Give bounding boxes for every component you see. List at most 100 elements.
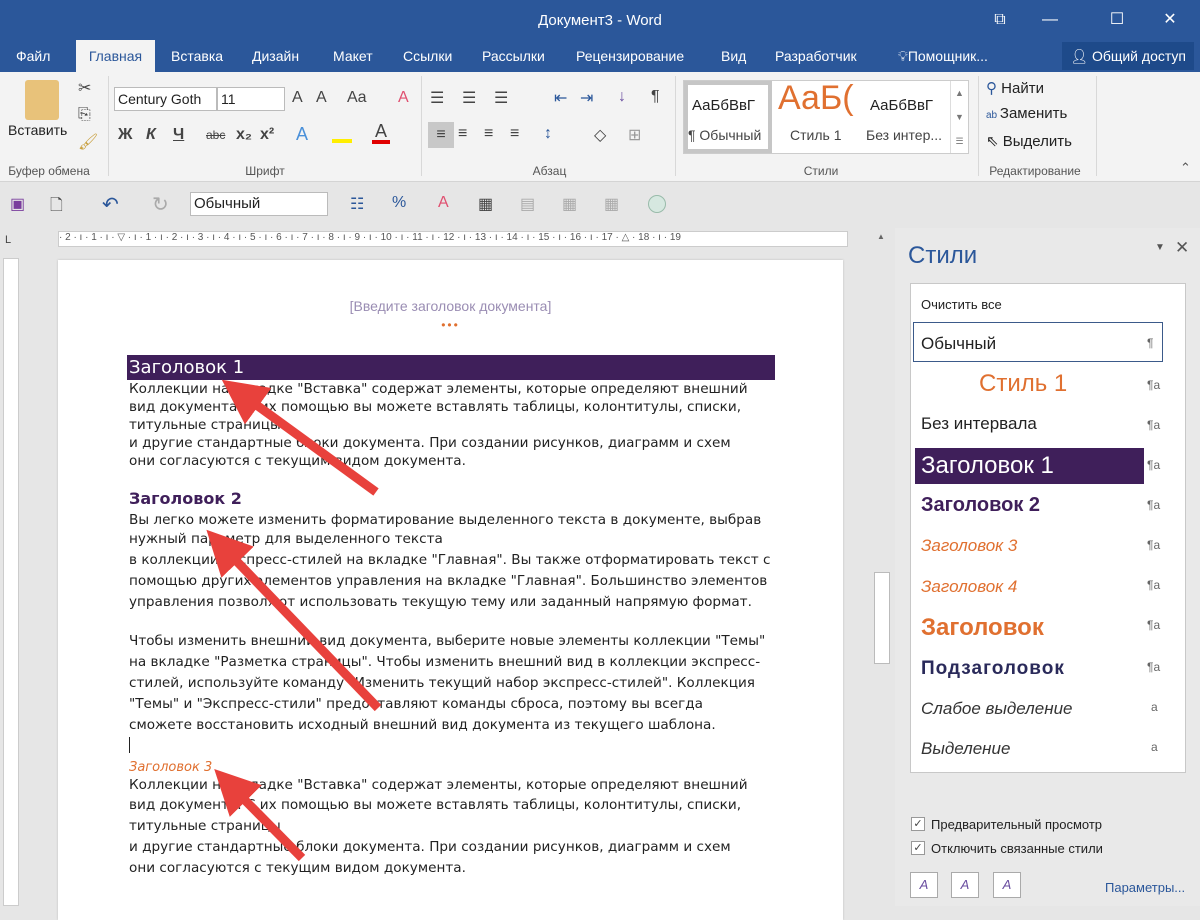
grow-font-icon[interactable]: A bbox=[292, 89, 303, 107]
decrease-indent-icon[interactable]: ⇤ bbox=[554, 88, 567, 108]
options-link[interactable]: Параметры... bbox=[1105, 880, 1185, 895]
undo-icon[interactable]: ↶ bbox=[102, 192, 119, 217]
share-button[interactable]: 👤︎ Общий доступ bbox=[1062, 42, 1194, 70]
clear-all-item[interactable]: Очистить все bbox=[921, 297, 1002, 312]
heading-3[interactable]: Заголовок 3 bbox=[129, 760, 212, 775]
underline-button[interactable]: Ч bbox=[173, 126, 184, 144]
tab-layout[interactable]: Макет bbox=[325, 40, 381, 72]
justify-icon[interactable]: ≡ bbox=[510, 125, 519, 143]
format-painter-icon[interactable]: 🖌︎ bbox=[78, 132, 98, 152]
shrink-font-icon[interactable]: A bbox=[316, 89, 327, 107]
style-item-no-spacing[interactable]: Без интервала bbox=[921, 414, 1037, 434]
manage-styles-button[interactable]: A bbox=[993, 872, 1021, 898]
style-item-subtitle[interactable]: Подзаголовок bbox=[921, 658, 1065, 680]
ribbon-display-button[interactable]: ⧉ bbox=[980, 6, 1020, 34]
style-item-heading2[interactable]: Заголовок 2 bbox=[921, 494, 1040, 517]
line-spacing-icon[interactable]: ↕ bbox=[544, 125, 552, 143]
style-inspector-button[interactable]: A bbox=[951, 872, 979, 898]
align-center-icon[interactable]: ≡ bbox=[458, 125, 467, 143]
close-button[interactable]: ✕ bbox=[1150, 6, 1190, 34]
table-icon[interactable]: ▦ bbox=[478, 194, 493, 214]
search-icon: ⚲ bbox=[986, 80, 1002, 97]
style-item-title[interactable]: Заголовок bbox=[921, 614, 1044, 642]
increase-indent-icon[interactable]: ⇥ bbox=[580, 88, 593, 108]
tab-review[interactable]: Рецензирование bbox=[568, 40, 692, 72]
borders-icon[interactable]: ⊞ bbox=[628, 125, 641, 145]
tab-view[interactable]: Вид bbox=[713, 40, 754, 72]
circle-shape-icon[interactable] bbox=[648, 195, 666, 213]
gallery-style-normal[interactable]: АаБбВвГ ¶ Обычный bbox=[684, 81, 772, 153]
clear-format-icon[interactable]: A bbox=[438, 194, 449, 212]
shading-icon[interactable]: ◇ bbox=[594, 125, 606, 145]
vertical-ruler[interactable] bbox=[3, 258, 19, 906]
scroll-thumb[interactable] bbox=[874, 572, 890, 664]
print-preview-icon[interactable]: 🗋︎ bbox=[50, 194, 63, 221]
highlight-icon[interactable] bbox=[332, 127, 352, 143]
style-item-style1[interactable]: Стиль 1 bbox=[979, 370, 1067, 398]
table-percent-icon[interactable]: ▦ bbox=[604, 194, 619, 214]
list-icon[interactable]: ☷ bbox=[350, 194, 364, 214]
change-case-button[interactable]: Aa bbox=[347, 89, 367, 107]
tab-insert[interactable]: Вставка bbox=[163, 40, 231, 72]
align-left-icon[interactable]: ≡ bbox=[428, 122, 454, 148]
redo-icon[interactable]: ↻ bbox=[152, 192, 169, 217]
preview-checkbox[interactable]: ✓ bbox=[911, 817, 925, 831]
sort-icon[interactable]: ↓ bbox=[618, 88, 626, 106]
cut-icon[interactable]: ✂ bbox=[78, 78, 91, 98]
new-style-button[interactable]: A bbox=[910, 872, 938, 898]
paste-button[interactable]: Вставить bbox=[8, 122, 67, 138]
tab-tell-me[interactable]: 💡︎Помощник... bbox=[890, 40, 996, 72]
copy-icon[interactable]: ⎘ bbox=[78, 106, 91, 124]
style-item-emphasis[interactable]: Выделение bbox=[921, 739, 1010, 759]
gallery-style-1[interactable]: АаБ( Стиль 1 bbox=[774, 81, 860, 153]
font-color-icon[interactable]: A bbox=[372, 122, 390, 144]
style-item-subtle-emphasis[interactable]: Слабое выделение bbox=[921, 699, 1073, 719]
maximize-button[interactable]: ☐ bbox=[1097, 6, 1137, 34]
style-item-heading3[interactable]: Заголовок 3 bbox=[921, 536, 1017, 556]
align-right-icon[interactable]: ≡ bbox=[484, 125, 493, 143]
collapse-ribbon-icon[interactable]: ⌃ bbox=[1180, 160, 1191, 176]
save-icon[interactable]: ▣ bbox=[10, 194, 25, 214]
bold-button[interactable]: Ж bbox=[118, 126, 132, 144]
scroll-up-icon[interactable]: ▲ bbox=[877, 232, 885, 241]
style-combo[interactable]: Обычный bbox=[190, 192, 328, 216]
gallery-style-no-spacing[interactable]: АаБбВвГ Без интер... bbox=[862, 81, 948, 153]
table-select-icon[interactable]: ▦ bbox=[562, 194, 577, 214]
heading-2[interactable]: Заголовок 2 bbox=[129, 489, 242, 508]
font-size-combo[interactable]: 11 bbox=[217, 87, 285, 111]
italic-button[interactable]: К bbox=[146, 126, 156, 144]
tab-home[interactable]: Главная bbox=[76, 40, 155, 72]
replace-button[interactable]: ab Заменить bbox=[986, 105, 1067, 122]
pane-close-icon[interactable]: ✕ bbox=[1175, 238, 1189, 258]
tab-developer[interactable]: Разработчик bbox=[767, 40, 865, 72]
numbering-icon[interactable]: ☰ bbox=[462, 88, 476, 108]
body-line: Коллекции на вкладке "Вставка" содержат … bbox=[129, 381, 748, 397]
multilevel-list-icon[interactable]: ☰ bbox=[494, 88, 508, 108]
pane-menu-icon[interactable]: ▼ bbox=[1155, 242, 1165, 253]
minimize-button[interactable]: — bbox=[1030, 6, 1070, 34]
header-placeholder[interactable]: [Введите заголовок документа] bbox=[58, 298, 843, 314]
superscript-button[interactable]: x² bbox=[260, 126, 274, 144]
font-name-combo[interactable]: Century Goth bbox=[114, 87, 217, 111]
tab-file[interactable]: Файл bbox=[8, 40, 58, 72]
find-button[interactable]: ⚲ Найти bbox=[986, 79, 1044, 97]
gallery-scroll[interactable]: ▲ ▼ ☰ bbox=[950, 81, 968, 153]
percent-style-icon[interactable]: % bbox=[392, 194, 406, 212]
tab-selector[interactable]: L bbox=[5, 234, 11, 246]
style-item-heading4[interactable]: Заголовок 4 bbox=[921, 577, 1017, 597]
disable-linked-checkbox[interactable]: ✓ bbox=[911, 841, 925, 855]
clear-formatting-icon[interactable]: A bbox=[398, 89, 409, 107]
select-button[interactable]: ⇖ Выделить bbox=[986, 132, 1072, 150]
tab-references[interactable]: Ссылки bbox=[395, 40, 460, 72]
vertical-scrollbar[interactable]: ▲ bbox=[872, 228, 892, 906]
strikethrough-button[interactable]: abc bbox=[206, 128, 225, 142]
bullets-icon[interactable]: ☰ bbox=[430, 88, 444, 108]
text-effects-icon[interactable]: A bbox=[296, 124, 308, 145]
show-marks-icon[interactable]: ¶ bbox=[651, 88, 660, 106]
tab-design[interactable]: Дизайн bbox=[244, 40, 307, 72]
subscript-button[interactable]: x₂ bbox=[236, 126, 252, 144]
table-layout-icon[interactable]: ▤ bbox=[520, 194, 535, 214]
tab-mailings[interactable]: Рассылки bbox=[474, 40, 553, 72]
horizontal-ruler[interactable]: · 2 · ı · 1 · ı · ▽ · ı · 1 · ı · 2 · ı … bbox=[58, 231, 848, 247]
heading-1[interactable]: Заголовок 1 bbox=[129, 357, 244, 378]
